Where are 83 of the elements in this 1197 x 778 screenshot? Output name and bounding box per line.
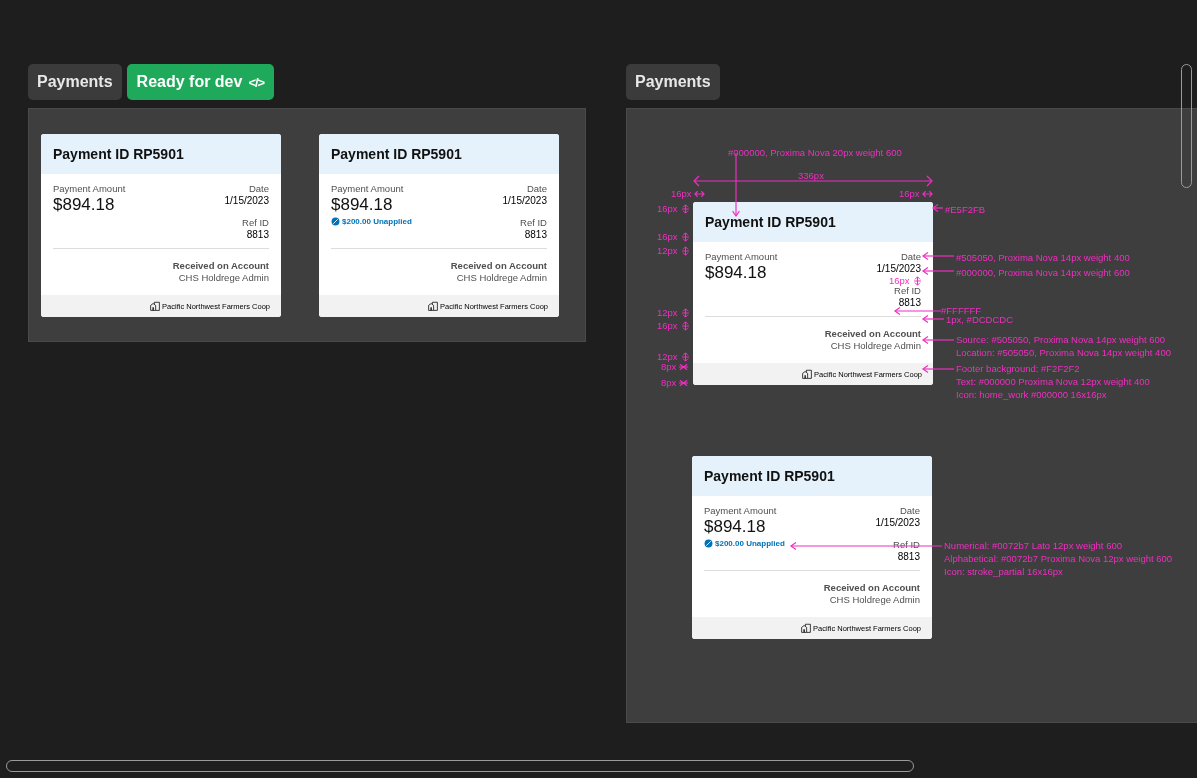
- spec-note: 336px: [798, 169, 824, 182]
- vertical-spacing-icon: [679, 307, 691, 318]
- spacing-label: 16px: [899, 188, 920, 199]
- vertical-spacing-icon: [679, 351, 691, 362]
- amount-label: Payment Amount: [331, 183, 405, 195]
- spec-note: Numerical: #0072b7 Lato 12px weight 600 Alphabetical: #0072b7 Proxima Nova 12px weight 600 Icon: stroke_partial 16x16px: [944, 539, 1173, 578]
- source-text: Received on Account: [823, 582, 920, 594]
- amount-label: Payment Amount: [705, 251, 778, 263]
- unapplied-amount: $200.00 Unapplied: [715, 539, 785, 548]
- ref-id-value: 8813: [524, 229, 547, 241]
- spec-note: #FFFFFF: [941, 304, 982, 317]
- spec-note: #E5F2FB: [945, 203, 986, 216]
- date-label: Date: [526, 183, 547, 195]
- leader-arrow: [931, 204, 944, 212]
- spec-note: Footer background: #F2F2F2 Text: #000000 Proxima Nova 12px weight 400 Icon: home_work #000000 16x16px: [956, 362, 1150, 401]
- date-value: 1/15/2023: [224, 195, 269, 207]
- partial-circle-icon: [704, 539, 713, 548]
- card-title: Payment ID RP5901: [704, 468, 835, 484]
- location-text: CHS Holdrege Admin: [830, 340, 921, 352]
- vertical-spacing-icon: [911, 275, 923, 286]
- amount-value: $894.18: [704, 517, 767, 537]
- amount-value: $894.18: [331, 195, 394, 215]
- amount-label: Payment Amount: [704, 505, 778, 517]
- spec-note: #000000, Proxima Nova 20px weight 600: [728, 146, 902, 159]
- spacing-label: 12px: [657, 351, 678, 362]
- vertical-spacing-icon: [679, 203, 691, 214]
- date-value: 1/15/2023: [502, 195, 547, 207]
- spacing-cross-icon: [678, 361, 690, 372]
- date-label: Date: [900, 251, 921, 263]
- vertical-spacing-icon: [679, 245, 691, 256]
- partial-circle-icon: [331, 217, 340, 226]
- spacing-label: 16px: [657, 203, 678, 214]
- spacing-label: 8px: [661, 361, 677, 372]
- spec-note: 1px, #DCDCDC: [946, 314, 1014, 326]
- unapplied-amount: $200.00 Unapplied: [342, 217, 412, 226]
- card-title: Payment ID RP5901: [705, 214, 836, 230]
- amount-value: $894.18: [53, 195, 116, 215]
- frame-label[interactable]: Payments: [626, 64, 720, 100]
- ref-id-value: 8813: [898, 297, 921, 309]
- horizontal-spacing-icon: [921, 188, 933, 199]
- vertical-spacing-icon: [679, 320, 691, 331]
- buildings-icon: [428, 301, 439, 311]
- buildings-icon: [801, 623, 812, 633]
- spacing-label: 16px: [657, 231, 678, 242]
- location-text: CHS Holdrege Admin: [178, 272, 269, 284]
- leader-arrow: [921, 336, 955, 344]
- date-value: 1/15/2023: [875, 517, 920, 529]
- leader-arrow: [921, 267, 955, 275]
- ref-id-label: Ref ID: [242, 217, 269, 229]
- date-value: 1/15/2023: [876, 263, 921, 275]
- buildings-icon: [150, 301, 161, 311]
- spacing-label: 8px: [661, 377, 677, 388]
- date-label: Date: [248, 183, 269, 195]
- source-text: Received on Account: [172, 260, 269, 272]
- horizontal-spacing-icon: [693, 188, 705, 199]
- amount-label: Payment Amount: [53, 183, 126, 195]
- leader-arrow: [921, 252, 955, 260]
- card-title: Payment ID RP5901: [53, 146, 184, 162]
- ref-id-label: Ref ID: [520, 217, 547, 229]
- source-text: Received on Account: [450, 260, 547, 272]
- spacing-cross-icon: [678, 377, 690, 388]
- date-label: Date: [899, 505, 920, 517]
- amount-value: $894.18: [705, 263, 768, 283]
- spacing-label: 12px: [657, 245, 678, 256]
- leader-arrow: [921, 365, 955, 373]
- vertical-spacing-icon: [679, 231, 691, 242]
- spacing-label: 16px: [671, 188, 692, 199]
- frame-label[interactable]: Payments: [28, 64, 122, 100]
- spec-note: Source: #505050, Proxima Nova 14px weight 600 Location: #505050, Proxima Nova 14px weight 400: [956, 333, 1171, 359]
- location-text: CHS Holdrege Admin: [829, 594, 920, 606]
- code-icon: </>: [248, 74, 265, 90]
- spacing-label: 12px: [657, 307, 678, 318]
- ref-id-value: 8813: [897, 551, 920, 563]
- ref-id-label: Ref ID: [894, 285, 921, 297]
- card-title: Payment ID RP5901: [331, 146, 462, 162]
- source-text: Received on Account: [824, 328, 921, 340]
- ref-id-value: 8813: [246, 229, 269, 241]
- spec-note: #505050, Proxima Nova 14px weight 400: [956, 251, 1130, 264]
- location-text: CHS Holdrege Admin: [456, 272, 547, 284]
- spacing-label: 16px: [889, 275, 910, 286]
- spec-note: #000000, Proxima Nova 14px weight 600: [956, 266, 1130, 279]
- buildings-icon: [802, 369, 813, 379]
- spacing-label: 16px: [657, 320, 678, 331]
